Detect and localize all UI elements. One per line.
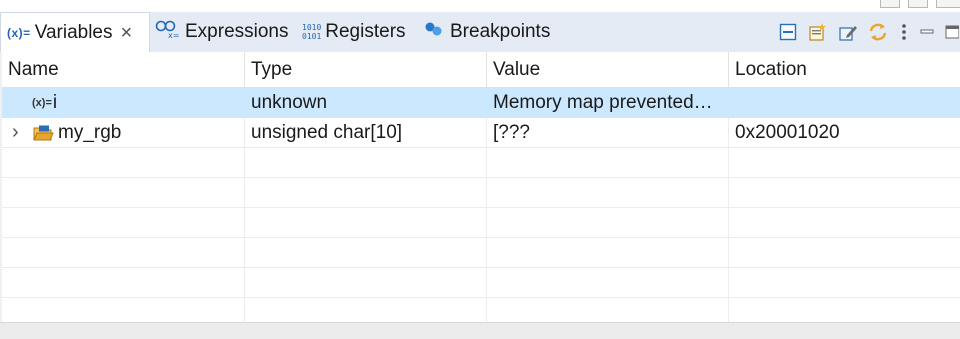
column-header-value[interactable]: Value: [487, 52, 729, 87]
location-cell: 0x20001020: [735, 122, 840, 143]
tab-label: Expressions: [185, 21, 289, 42]
empty-cell: [487, 208, 729, 238]
svg-text:x=: x=: [168, 31, 179, 39]
empty-cell: [487, 178, 729, 208]
type-cell: unknown: [245, 88, 487, 118]
minimize-icon[interactable]: [918, 18, 936, 46]
variable-name: my_rgb: [58, 122, 122, 143]
table-row[interactable]: (x)= i unknown Memory map prevented…: [2, 88, 960, 118]
breakpoints-icon: [424, 19, 444, 45]
expressions-icon: x=: [155, 19, 179, 45]
empty-table-row: [2, 298, 960, 322]
registers-icon-top: 1010: [302, 23, 322, 32]
horizontal-scrollbar[interactable]: [0, 322, 960, 339]
column-header-location[interactable]: Location: [729, 52, 960, 87]
tab-label: Breakpoints: [450, 21, 551, 42]
top-strip-control[interactable]: [880, 0, 900, 8]
empty-cell: [2, 178, 245, 208]
empty-cell: [245, 148, 487, 178]
close-icon[interactable]: ×: [121, 23, 133, 43]
view-tab-bar: (x)= Variables × x= Expressions 1010 010…: [0, 12, 960, 52]
layout-icon[interactable]: [776, 18, 800, 46]
table-row[interactable]: › my_rgb unsigned char[10] [??? 0x200010…: [2, 118, 960, 148]
empty-cell: [245, 268, 487, 298]
new-folder-icon[interactable]: [806, 18, 830, 46]
empty-cell: [487, 268, 729, 298]
table-header: Name Type Value Location: [2, 52, 960, 88]
empty-cell: [2, 298, 245, 322]
empty-table-row: [2, 238, 960, 268]
empty-cell: [2, 148, 245, 178]
empty-cell: [487, 148, 729, 178]
top-strip-control[interactable]: [936, 0, 960, 8]
tab-registers[interactable]: 1010 0101 Registers: [302, 12, 420, 52]
tab-variables[interactable]: (x)= Variables ×: [0, 12, 150, 52]
empty-table-row: [2, 208, 960, 238]
empty-cell: [245, 298, 487, 322]
empty-table-row: [2, 148, 960, 178]
variables-view: (x)= Variables × x= Expressions 1010 010…: [0, 0, 960, 339]
empty-cell: [2, 268, 245, 298]
local-variable-icon: (x)=: [32, 97, 52, 109]
empty-cell: [487, 298, 729, 322]
location-cell: [729, 88, 960, 118]
tab-label: Variables: [34, 21, 113, 43]
empty-cell: [2, 238, 245, 268]
variable-name: i: [52, 92, 58, 113]
name-cell: my_rgb: [2, 118, 245, 148]
column-header-type[interactable]: Type: [245, 52, 487, 87]
sync-icon[interactable]: [866, 18, 890, 46]
maximize-icon[interactable]: [944, 18, 960, 46]
top-strip-control[interactable]: [908, 0, 928, 8]
view-menu-icon[interactable]: [896, 18, 912, 46]
tab-label: Registers: [325, 21, 406, 42]
variables-table[interactable]: Name Type Value Location (x)= i unknown …: [2, 52, 960, 322]
column-header-name[interactable]: Name: [2, 52, 245, 87]
empty-table-row: [2, 268, 960, 298]
empty-cell: [245, 178, 487, 208]
array-variable-icon: [32, 124, 54, 142]
value-cell[interactable]: [???: [487, 118, 729, 148]
registers-icon-bottom: 0101: [302, 32, 322, 41]
tab-breakpoints[interactable]: Breakpoints: [424, 12, 569, 52]
empty-cell: [487, 238, 729, 268]
empty-cell: [245, 238, 487, 268]
empty-cell: [245, 208, 487, 238]
variables-icon: (x)=: [7, 25, 31, 40]
name-cell: (x)= i: [2, 88, 245, 118]
window-top-strip: [0, 0, 960, 12]
type-cell: unsigned char[10]: [245, 118, 487, 148]
empty-table-row: [2, 178, 960, 208]
tab-expressions[interactable]: x= Expressions: [155, 12, 295, 52]
view-toolbar: [770, 12, 960, 52]
edit-icon[interactable]: [836, 18, 860, 46]
registers-icon: 1010 0101: [302, 23, 321, 41]
value-cell[interactable]: Memory map prevented…: [487, 88, 729, 118]
empty-cell: [2, 208, 245, 238]
